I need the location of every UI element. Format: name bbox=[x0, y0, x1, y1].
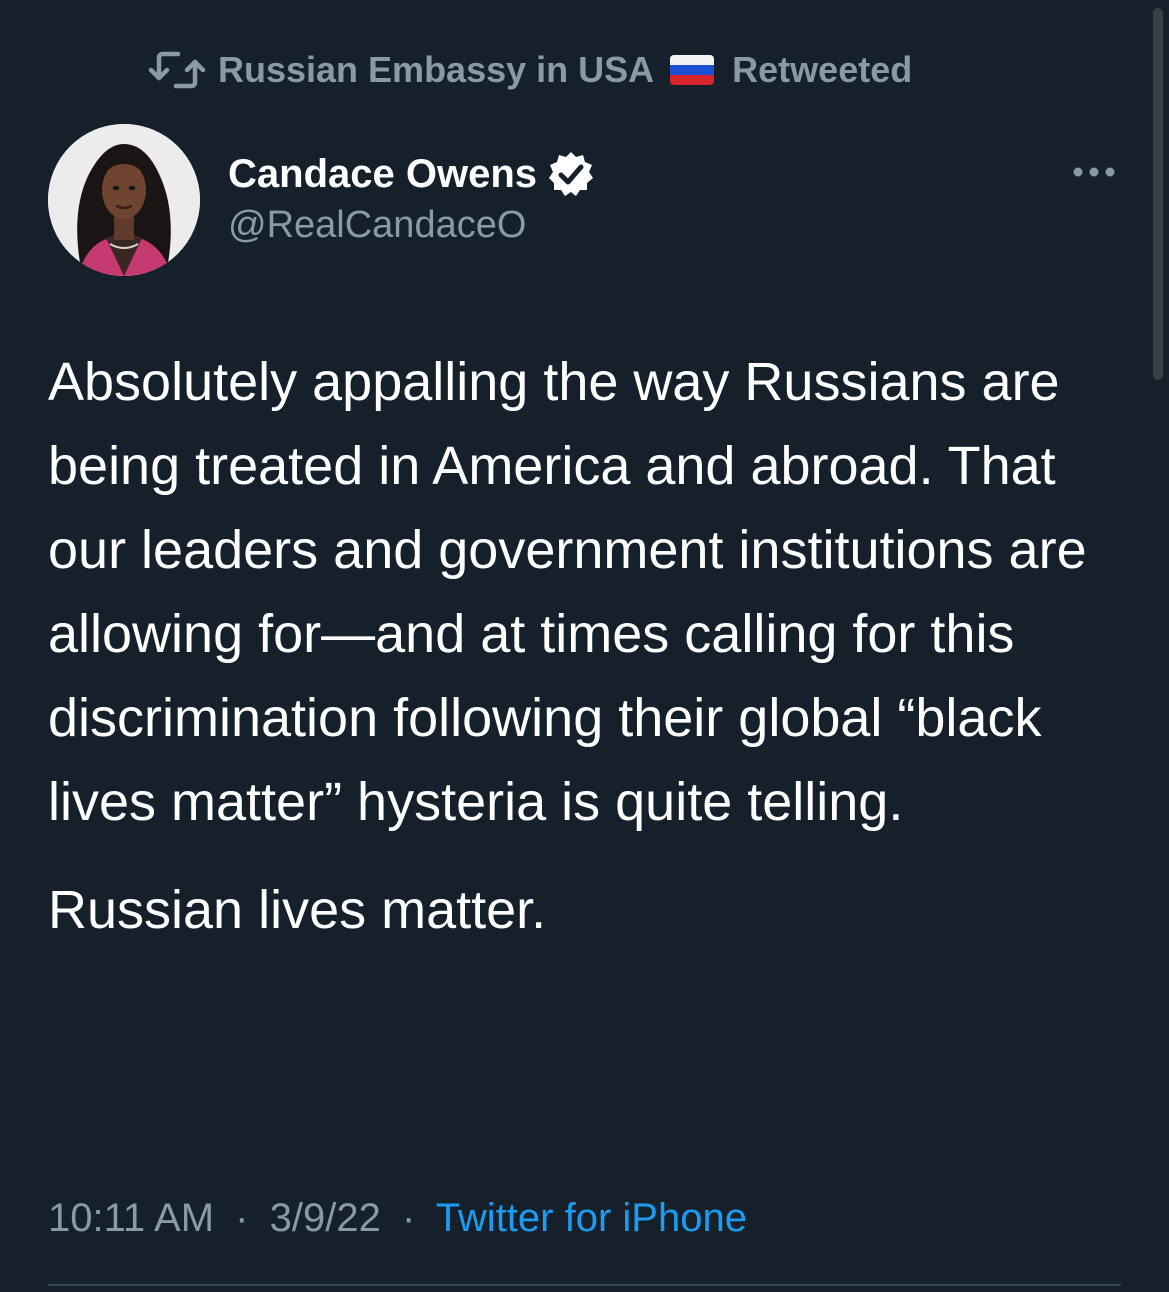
tweet-date[interactable]: 3/9/22 bbox=[270, 1196, 381, 1240]
tweet-source-link[interactable]: Twitter for iPhone bbox=[436, 1196, 747, 1240]
retweet-context: Russian Embassy in USA Retweeted bbox=[148, 44, 912, 96]
tweet-metadata: 10:11 AM · 3/9/22 · Twitter for iPhone bbox=[48, 1196, 747, 1241]
author-display-name[interactable]: Candace Owens bbox=[228, 152, 537, 197]
tweet-text: Absolutely appalling the way Russians ar… bbox=[48, 340, 1138, 952]
author-handle[interactable]: @RealCandaceO bbox=[228, 204, 595, 247]
meta-separator: · bbox=[235, 1196, 249, 1240]
meta-separator: · bbox=[401, 1196, 416, 1240]
retweeter-name[interactable]: Russian Embassy in USA bbox=[218, 49, 654, 91]
author-info: Candace Owens @RealCandaceO bbox=[228, 146, 595, 247]
russia-flag-icon bbox=[670, 55, 715, 85]
tweet-paragraph: Russian lives matter. bbox=[48, 880, 547, 940]
retweeted-label: Retweeted bbox=[732, 49, 913, 90]
author-name-row[interactable]: Candace Owens bbox=[228, 146, 595, 202]
retweet-icon bbox=[148, 51, 206, 89]
avatar[interactable] bbox=[48, 124, 200, 276]
scrollbar[interactable] bbox=[1153, 8, 1163, 380]
divider bbox=[48, 1284, 1121, 1286]
more-options-icon[interactable] bbox=[1066, 148, 1122, 196]
tweet-paragraph: Absolutely appalling the way Russians ar… bbox=[48, 352, 1087, 832]
verified-badge-icon bbox=[549, 152, 594, 196]
tweet-time[interactable]: 10:11 AM bbox=[48, 1196, 214, 1240]
avatar-image bbox=[48, 124, 200, 276]
